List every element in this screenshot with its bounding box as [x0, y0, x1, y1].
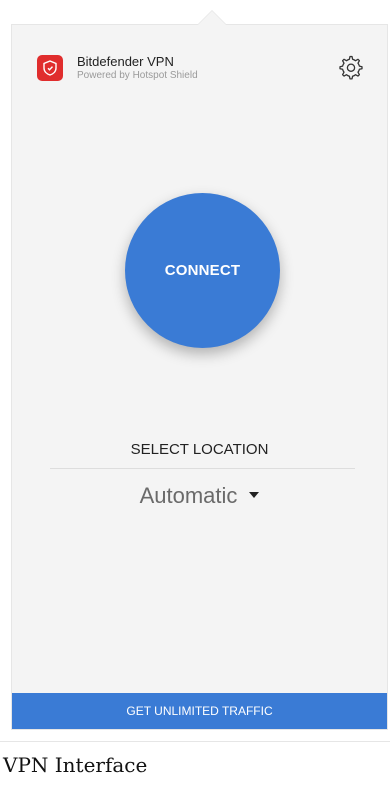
- caret-down-icon: [249, 492, 260, 499]
- location-dropdown[interactable]: Automatic: [12, 483, 387, 509]
- app-header: Bitdefender VPN Powered by Hotspot Shiel…: [37, 53, 198, 83]
- app-subtitle: Powered by Hotspot Shield: [77, 69, 198, 81]
- caption-divider: [0, 741, 390, 742]
- brand-block: Bitdefender VPN Powered by Hotspot Shiel…: [77, 54, 198, 81]
- settings-button[interactable]: [337, 54, 363, 80]
- divider: [50, 468, 355, 469]
- gear-icon: [339, 55, 363, 80]
- app-name: Bitdefender VPN: [77, 54, 174, 70]
- popup-arrow: [198, 11, 226, 25]
- figure-caption: VPN Interface: [3, 753, 148, 777]
- get-unlimited-traffic-button[interactable]: GET UNLIMITED TRAFFIC: [12, 693, 387, 729]
- vpn-popup-window: Bitdefender VPN Powered by Hotspot Shiel…: [11, 24, 388, 730]
- select-location-label: SELECT LOCATION: [130, 441, 269, 458]
- location-value: Automatic: [139, 483, 238, 508]
- shield-icon: [43, 60, 57, 76]
- shield-logo-icon: [37, 55, 63, 81]
- connect-button[interactable]: CONNECT: [125, 193, 280, 348]
